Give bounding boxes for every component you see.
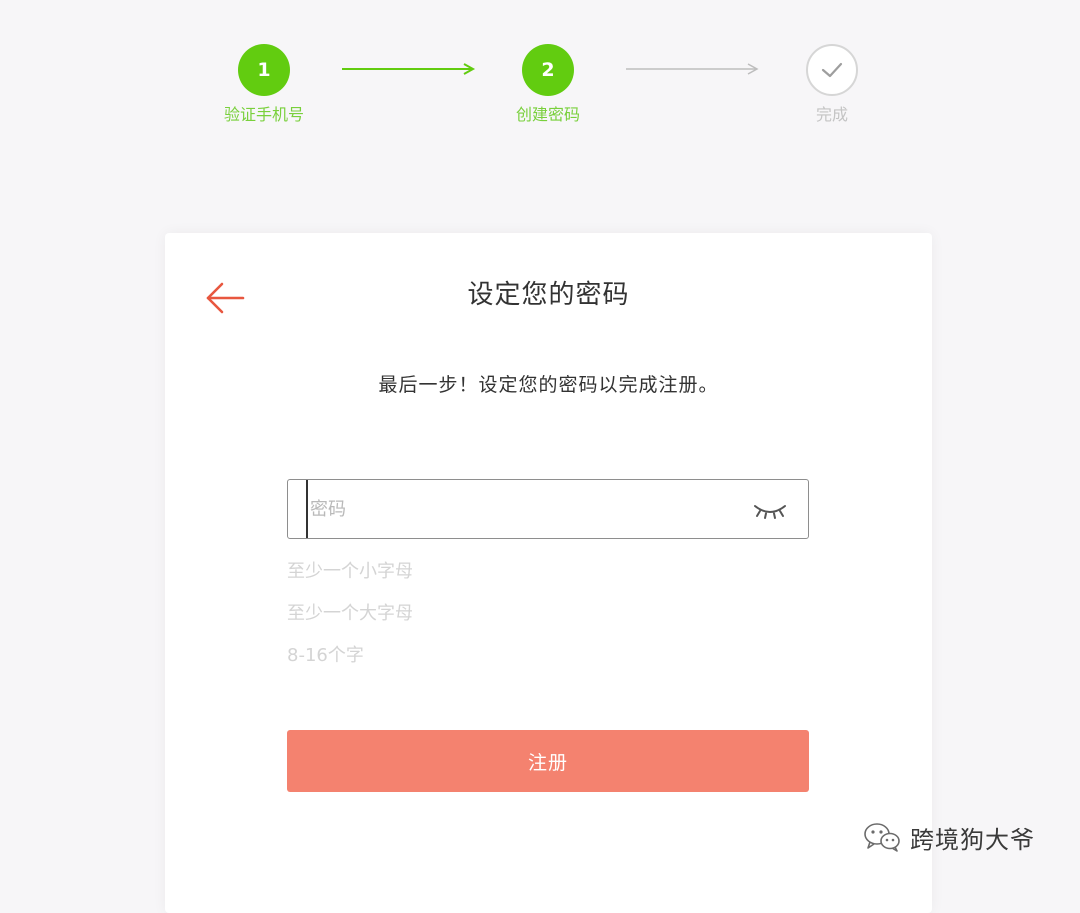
- page-title: 设定您的密码: [467, 280, 630, 310]
- step-number-badge: 1: [238, 44, 290, 96]
- check-icon: [821, 62, 843, 78]
- step-connector-arrow: [626, 63, 759, 75]
- password-rule: 8-16个字: [287, 645, 364, 666]
- step-complete: 完成: [772, 44, 892, 126]
- wechat-icon: [864, 823, 900, 852]
- eye-closed-icon[interactable]: [752, 500, 788, 520]
- step-verify-phone: 1 验证手机号: [204, 44, 324, 126]
- password-field[interactable]: [287, 479, 809, 539]
- password-input[interactable]: [306, 480, 740, 538]
- password-rules-list: 至少一个小字母 至少一个大字母 8-16个字: [287, 551, 809, 677]
- watermark: 跨境狗大爷: [862, 820, 1035, 854]
- step-connector-arrow: [342, 63, 476, 75]
- password-rule: 至少一个小字母: [287, 561, 413, 582]
- step-label: 验证手机号: [223, 105, 304, 124]
- step-status-badge: [806, 44, 858, 96]
- password-rule: 至少一个大字母: [287, 603, 413, 624]
- progress-stepper: 1 验证手机号 2 创建密码 完成: [0, 0, 1080, 140]
- register-button[interactable]: 注册: [287, 730, 809, 792]
- step-create-password: 2 创建密码: [488, 44, 608, 126]
- step-label: 完成: [815, 105, 848, 124]
- step-number-badge: 2: [522, 44, 574, 96]
- set-password-card: 设定您的密码 最后一步！设定您的密码以完成注册。 至少一个小字母 至少一个大字母…: [165, 233, 932, 913]
- watermark-text: 跨境狗大爷: [910, 825, 1035, 854]
- page-subtitle: 最后一步！设定您的密码以完成注册。: [378, 374, 719, 396]
- step-label: 创建密码: [515, 105, 580, 124]
